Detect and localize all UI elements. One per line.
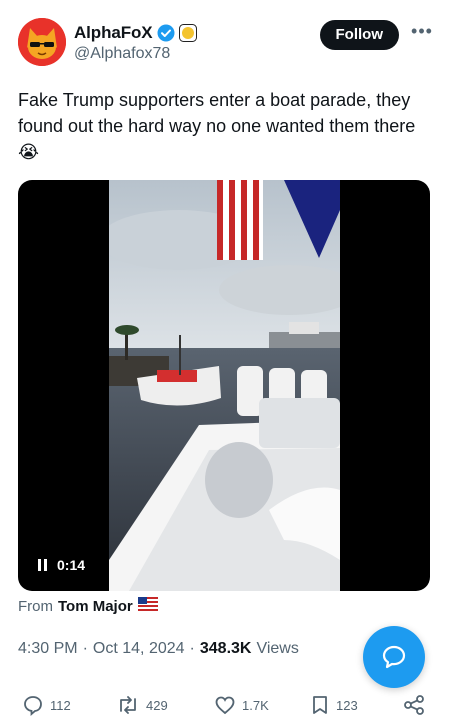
- display-name[interactable]: AlphaFoX: [74, 23, 153, 43]
- separator-dot: ·: [189, 640, 195, 657]
- compose-reply-button[interactable]: [363, 626, 425, 688]
- verified-badge-icon: [157, 24, 175, 42]
- source-attribution: From Tom Major: [18, 597, 158, 615]
- tweet-header: AlphaFoX @Alphafox78 Follow •••: [18, 18, 433, 70]
- like-count: 1.7K: [242, 697, 269, 713]
- tweet-meta: 4:30 PM · Oct 14, 2024 · 348.3K Views: [18, 640, 299, 658]
- repost-count: 429: [146, 697, 168, 713]
- tweet-time[interactable]: 4:30 PM: [18, 640, 78, 658]
- chat-bubble-icon: [382, 645, 406, 669]
- repost-button[interactable]: 429: [116, 694, 168, 716]
- pause-icon[interactable]: [38, 559, 47, 571]
- video-player[interactable]: 0:14: [18, 180, 430, 591]
- bookmark-icon: [313, 696, 327, 714]
- share-button[interactable]: [402, 694, 426, 716]
- views-count: 348.3K: [199, 640, 252, 657]
- views-label: Views: [256, 640, 299, 657]
- repost-icon: [120, 696, 136, 714]
- follow-button[interactable]: Follow: [319, 20, 399, 50]
- action-bar: 112 429 1.7K 123: [0, 692, 449, 720]
- source-prefix: From: [18, 597, 53, 615]
- bookmark-button[interactable]: 123: [310, 694, 358, 716]
- heart-icon: [215, 696, 235, 715]
- reply-count: 112: [50, 697, 71, 713]
- reply-icon: [24, 696, 42, 716]
- tweet-date[interactable]: Oct 14, 2024: [93, 640, 185, 658]
- us-flag-icon: [137, 597, 158, 615]
- separator-dot: ·: [82, 640, 88, 657]
- reply-button[interactable]: 112: [22, 694, 71, 716]
- bookmark-count: 123: [336, 697, 358, 713]
- handle[interactable]: @Alphafox78: [74, 45, 170, 63]
- avatar[interactable]: [18, 18, 66, 66]
- source-name[interactable]: Tom Major: [58, 598, 133, 615]
- like-button[interactable]: 1.7K: [214, 694, 269, 716]
- tweet-text: Fake Trump supporters enter a boat parad…: [18, 90, 416, 162]
- share-icon: [404, 695, 424, 715]
- affiliate-badge-icon[interactable]: [178, 24, 197, 42]
- video-frame: [109, 180, 340, 591]
- video-controls: 0:14: [38, 557, 85, 573]
- more-options-icon[interactable]: •••: [411, 22, 433, 46]
- video-time: 0:14: [57, 557, 86, 573]
